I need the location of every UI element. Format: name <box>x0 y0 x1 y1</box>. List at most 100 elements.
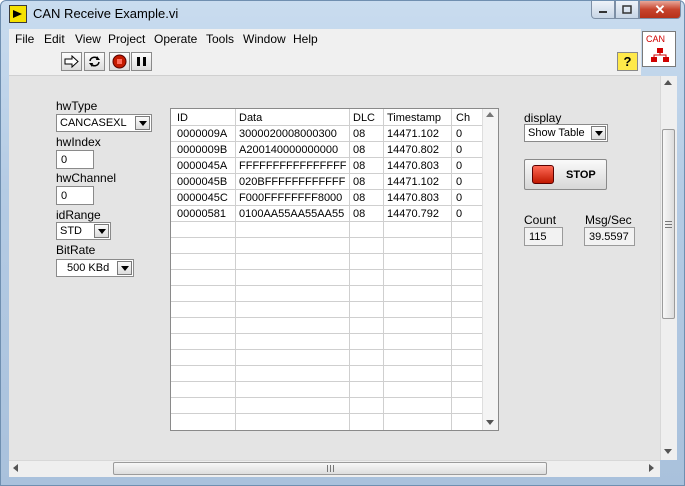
horizontal-scroll-thumb[interactable] <box>113 462 547 475</box>
run-continuous-icon <box>89 56 100 67</box>
menu-tools[interactable]: Tools <box>206 32 234 46</box>
menu-project[interactable]: Project <box>108 32 145 46</box>
table-cell-timestamp: 14470.803 <box>387 160 439 172</box>
bitrate-select[interactable]: 500 KBd <box>56 259 134 277</box>
table-cell-id: 0000009B <box>177 144 228 156</box>
app-window: CAN Receive Example.vi ✕ File Edit View … <box>0 0 685 486</box>
menu-operate[interactable]: Operate <box>154 32 197 46</box>
grip-icon <box>665 221 672 228</box>
chevron-down-icon[interactable] <box>591 126 606 140</box>
menu-edit[interactable]: Edit <box>44 32 65 46</box>
chevron-down-icon[interactable] <box>94 224 109 238</box>
table-cell-timestamp: 14470.792 <box>387 208 439 220</box>
table-cell-timestamp: 14471.102 <box>387 128 439 140</box>
table-cell-ch: 0 <box>456 192 463 204</box>
connector-pane-icon: CAN <box>642 31 676 67</box>
column-header-timestamp: Timestamp <box>387 112 441 124</box>
count-label: Count <box>524 213 557 227</box>
table-cell-dlc: 08 <box>353 144 366 156</box>
abort-button[interactable] <box>109 52 130 71</box>
vertical-scrollbar[interactable] <box>660 76 677 460</box>
menu-file[interactable]: File <box>15 32 34 46</box>
table-vertical-scrollbar[interactable] <box>482 109 498 430</box>
scroll-right-icon[interactable] <box>649 464 654 472</box>
scroll-down-icon[interactable] <box>486 420 494 425</box>
pause-button[interactable] <box>131 52 152 71</box>
column-header-dlc: DLC <box>353 112 376 124</box>
maximize-icon <box>622 5 632 14</box>
column-header-data: Data <box>239 112 263 124</box>
minimize-icon <box>599 10 607 13</box>
hwtype-select[interactable]: CANCASEXL <box>56 114 152 132</box>
idrange-label: idRange <box>56 208 101 222</box>
bitrate-value: 500 KBd <box>67 262 110 274</box>
hwtype-label: hwType <box>56 99 98 113</box>
close-button[interactable]: ✕ <box>639 1 681 19</box>
table-cell-id: 0000009A <box>177 128 228 140</box>
table-cell-timestamp: 14470.803 <box>387 192 439 204</box>
close-icon: ✕ <box>654 1 666 17</box>
menu-help[interactable]: Help <box>293 32 318 46</box>
msg-per-sec-label: Msg/Sec <box>585 213 632 227</box>
table-cell-data: FFFFFFFFFFFFFFFF <box>239 160 347 172</box>
menu-window[interactable]: Window <box>243 32 286 46</box>
grip-icon <box>327 465 334 472</box>
stop-button-label: STOP <box>566 169 596 181</box>
scroll-left-icon[interactable] <box>13 464 18 472</box>
horizontal-scrollbar[interactable] <box>9 460 660 477</box>
scroll-up-icon[interactable] <box>486 112 494 117</box>
stop-led-icon <box>532 165 554 184</box>
table-cell-dlc: 08 <box>353 208 366 220</box>
table-cell-ch: 0 <box>456 144 463 156</box>
context-help-button[interactable]: ? <box>617 52 638 71</box>
menu-bar: File Edit View Project Operate Tools Win… <box>9 29 641 49</box>
chevron-down-icon[interactable] <box>117 261 132 275</box>
table-cell-data: F000FFFFFFFF8000 <box>239 192 343 204</box>
table-cell-ch: 0 <box>456 128 463 140</box>
table-cell-dlc: 08 <box>353 128 366 140</box>
maximize-button[interactable] <box>615 1 639 19</box>
labview-vi-icon <box>9 5 27 23</box>
hwchannel-input[interactable]: 0 <box>56 186 94 205</box>
menu-view[interactable]: View <box>75 32 101 46</box>
can-message-table[interactable]: ID Data DLC Timestamp Ch 0000009A 300002… <box>170 108 499 431</box>
hwindex-input[interactable]: 0 <box>56 150 94 169</box>
table-grid <box>171 109 484 430</box>
hwtype-value: CANCASEXL <box>60 117 127 129</box>
table-cell-dlc: 08 <box>353 176 366 188</box>
display-label: display <box>524 111 562 125</box>
scroll-down-icon[interactable] <box>664 449 672 454</box>
title-bar[interactable]: CAN Receive Example.vi ✕ <box>1 1 684 27</box>
run-arrow-icon <box>64 55 79 68</box>
table-cell-id: 0000045B <box>177 176 228 188</box>
table-cell-data: A200140000000000 <box>239 144 339 156</box>
toolbar: ? <box>9 49 641 76</box>
idrange-value: STD <box>60 225 82 237</box>
context-help-icon: ? <box>623 54 632 69</box>
table-cell-dlc: 08 <box>353 192 366 204</box>
table-cell-ch: 0 <box>456 208 463 220</box>
table-cell-timestamp: 14471.102 <box>387 176 439 188</box>
display-value: Show Table <box>528 127 585 139</box>
table-cell-timestamp: 14470.802 <box>387 144 439 156</box>
table-cell-data: 020BFFFFFFFFFFFF <box>239 176 346 188</box>
display-select[interactable]: Show Table <box>524 124 608 142</box>
bitrate-label: BitRate <box>56 243 96 257</box>
scroll-up-icon[interactable] <box>664 80 672 85</box>
chevron-down-icon[interactable] <box>135 116 150 130</box>
run-button[interactable] <box>61 52 82 71</box>
column-header-id: ID <box>177 112 188 124</box>
minimize-button[interactable] <box>591 1 615 19</box>
msg-per-sec-indicator: 39.5597 <box>584 227 635 246</box>
table-cell-id: 00000581 <box>177 208 226 220</box>
table-cell-ch: 0 <box>456 160 463 172</box>
pause-icon <box>137 57 146 66</box>
stop-button[interactable]: STOP <box>524 159 607 190</box>
hwindex-label: hwIndex <box>56 135 101 149</box>
idrange-select[interactable]: STD <box>56 222 111 240</box>
run-continuously-button[interactable] <box>84 52 105 71</box>
column-header-ch: Ch <box>456 112 471 124</box>
window-title: CAN Receive Example.vi <box>33 6 179 21</box>
table-cell-data: 3000020008000300 <box>239 128 337 140</box>
vertical-scroll-thumb[interactable] <box>662 129 675 319</box>
